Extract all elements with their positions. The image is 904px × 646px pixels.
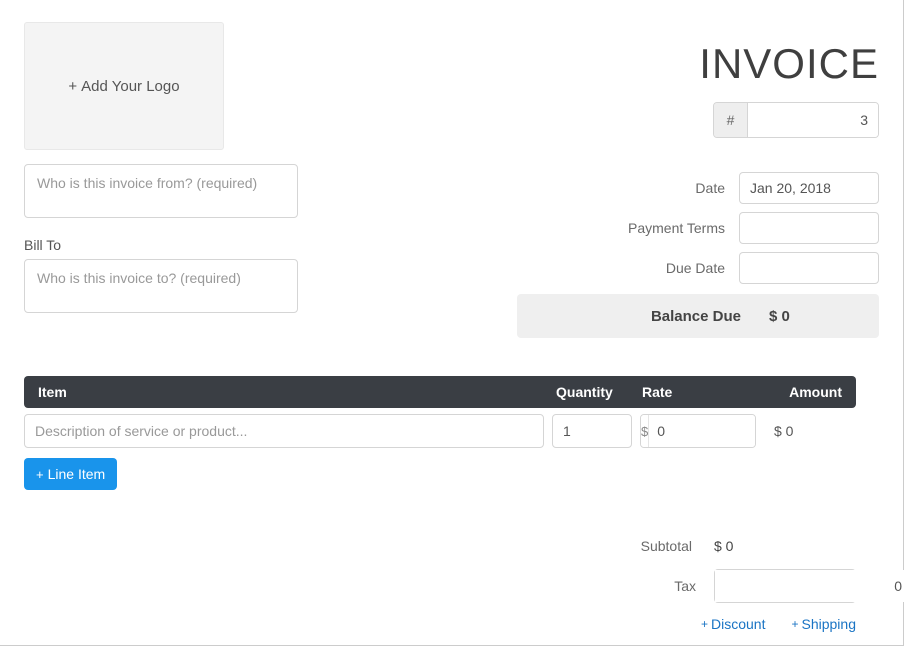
tax-input[interactable] — [715, 570, 904, 602]
right-column: INVOICE # Date Payment Terms Due Date — [318, 22, 879, 338]
bill-to-label: Bill To — [24, 237, 298, 253]
document-title: INVOICE — [318, 40, 879, 88]
balance-due-value: $ 0 — [769, 308, 859, 325]
plus-icon: + — [701, 617, 708, 631]
subtotal-value: $ 0 — [710, 538, 856, 554]
date-input[interactable] — [739, 172, 879, 204]
subtotal-row: Subtotal $ 0 — [24, 526, 856, 566]
due-date-label: Due Date — [318, 260, 725, 276]
tax-label: Tax — [24, 578, 696, 594]
add-discount-link[interactable]: + Discount — [701, 616, 765, 632]
invoice-number-group: # — [713, 102, 879, 138]
terms-label: Payment Terms — [318, 220, 725, 236]
plus-icon: + — [36, 467, 44, 482]
invoice-form: + Add Your Logo Bill To INVOICE # Date — [0, 0, 904, 646]
number-prefix: # — [714, 103, 748, 137]
line-items-table: Item Quantity Rate Amount $ $ 0 + Line I… — [24, 376, 856, 490]
col-rate: Rate — [642, 384, 750, 400]
subtotal-label: Subtotal — [24, 538, 692, 554]
plus-icon: + — [791, 617, 798, 631]
item-quantity-input[interactable] — [552, 414, 632, 448]
add-line-item-button[interactable]: + Line Item — [24, 458, 117, 490]
item-amount: $ 0 — [764, 423, 856, 439]
col-amount: Amount — [750, 384, 842, 400]
invoice-number-input[interactable] — [748, 103, 878, 137]
add-shipping-link[interactable]: + Shipping — [791, 616, 856, 632]
currency-symbol: $ — [641, 415, 649, 447]
balance-due-label: Balance Due — [527, 308, 741, 325]
item-rate-group: $ — [640, 414, 756, 448]
due-date-input[interactable] — [739, 252, 879, 284]
date-label: Date — [318, 180, 725, 196]
item-description-input[interactable] — [24, 414, 544, 448]
terms-input[interactable] — [739, 212, 879, 244]
table-row: $ $ 0 — [24, 408, 856, 454]
item-rate-input[interactable] — [649, 415, 756, 447]
left-column: + Add Your Logo Bill To — [24, 22, 298, 338]
totals-section: Subtotal $ 0 Tax % + Discount + Shipping — [24, 526, 856, 632]
extra-links: + Discount + Shipping — [24, 616, 856, 632]
add-logo-label: Add Your Logo — [81, 78, 179, 95]
col-quantity: Quantity — [556, 384, 642, 400]
col-item: Item — [38, 384, 556, 400]
add-line-item-label: Line Item — [48, 466, 106, 482]
balance-due-row: Balance Due $ 0 — [517, 294, 879, 338]
meta-rows: Date Payment Terms Due Date Balance Due … — [318, 168, 879, 338]
shipping-label: Shipping — [802, 616, 857, 632]
tax-group: % — [714, 569, 856, 603]
terms-row: Payment Terms — [318, 208, 879, 248]
table-header: Item Quantity Rate Amount — [24, 376, 856, 408]
add-logo-button[interactable]: + Add Your Logo — [24, 22, 224, 150]
discount-label: Discount — [711, 616, 765, 632]
plus-icon: + — [68, 78, 77, 95]
top-row: + Add Your Logo Bill To INVOICE # Date — [24, 22, 879, 338]
date-row: Date — [318, 168, 879, 208]
tax-row: Tax % — [24, 566, 856, 606]
bill-to-input[interactable] — [24, 259, 298, 313]
invoice-number-row: # — [318, 102, 879, 138]
due-date-row: Due Date — [318, 248, 879, 288]
from-input[interactable] — [24, 164, 298, 218]
